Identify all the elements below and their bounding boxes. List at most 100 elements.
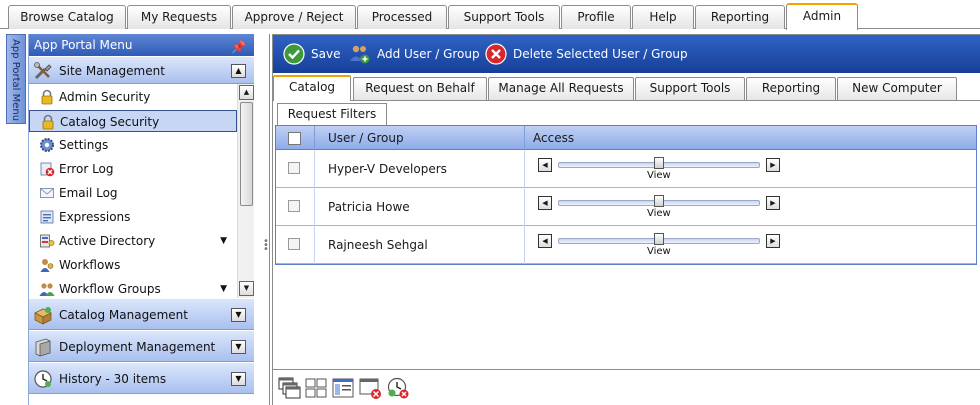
app-portal-menu-strip[interactable]: App Portal Menu (6, 34, 26, 124)
tab-catalog[interactable]: Catalog (273, 75, 351, 101)
menu-scrollbar[interactable]: ▲ ▼ (237, 84, 254, 298)
menu-item-expressions[interactable]: Expressions (29, 206, 237, 228)
menu-item-label: Error Log (59, 162, 114, 176)
group-catalog-management[interactable]: Catalog Management ▼ (29, 298, 254, 330)
slider-decrease-button[interactable]: ◀ (538, 234, 552, 248)
table-row[interactable]: Patricia Howe ◀ View ▶ (276, 188, 976, 226)
expressions-icon (40, 210, 54, 224)
slider-increase-button[interactable]: ▶ (766, 158, 780, 172)
tab-my-requests[interactable]: My Requests (127, 5, 231, 29)
panel-splitter[interactable]: • • • (256, 34, 270, 405)
tab-request-filters[interactable]: Request Filters (277, 103, 387, 125)
row-user-name: Patricia Howe (328, 200, 410, 214)
collapse-site-management-button[interactable]: ▲ (231, 64, 246, 78)
slider-decrease-button[interactable]: ◀ (538, 158, 552, 172)
email-icon (40, 188, 54, 198)
cascade-windows-icon[interactable] (277, 376, 301, 400)
slider-value-label: View (647, 208, 671, 219)
tab-support-tools-sub[interactable]: Support Tools (635, 77, 745, 100)
slider-knob[interactable] (654, 233, 664, 245)
group-history-label: History - 30 items (59, 372, 167, 386)
tab-help[interactable]: Help (632, 5, 694, 29)
access-slider[interactable]: ◀ View ▶ (538, 156, 781, 182)
menu-item-catalog-security[interactable]: Catalog Security (29, 110, 237, 132)
grid-header: User / Group Access (276, 126, 976, 150)
table-row[interactable]: Hyper-V Developers ◀ View ▶ (276, 150, 976, 188)
tab-browse-catalog[interactable]: Browse Catalog (8, 5, 126, 29)
top-tab-bar: Browse Catalog My Requests Approve / Rej… (0, 0, 980, 30)
tab-reporting-sub[interactable]: Reporting (746, 77, 836, 100)
menu-item-label: Admin Security (59, 90, 151, 104)
group-catalog-management-label: Catalog Management (59, 308, 188, 322)
slider-value-label: View (647, 246, 671, 257)
view-toolbar (273, 369, 980, 405)
menu-header: App Portal Menu 📌 (29, 34, 254, 56)
select-all-checkbox[interactable] (288, 132, 301, 145)
access-slider[interactable]: ◀ View ▶ (538, 232, 781, 258)
add-user-group-button[interactable]: Add User / Group (349, 41, 480, 67)
sub-tab-bar: Catalog Request on Behalf Manage All Req… (273, 75, 980, 101)
access-slider[interactable]: ◀ View ▶ (538, 194, 781, 220)
content-panel: Save Add User / Group Delete Selected Us… (272, 34, 980, 405)
tab-profile[interactable]: Profile (561, 5, 631, 29)
row-checkbox[interactable] (288, 238, 300, 250)
tab-processed[interactable]: Processed (357, 5, 447, 29)
scroll-thumb[interactable] (240, 102, 253, 206)
header-divider (524, 126, 525, 150)
menu-item-email-log[interactable]: Email Log (29, 182, 237, 204)
scroll-up-button[interactable]: ▲ (239, 85, 254, 100)
row-checkbox[interactable] (288, 162, 300, 174)
row-checkbox[interactable] (288, 200, 300, 212)
group-deployment-management[interactable]: Deployment Management ▼ (29, 330, 254, 362)
add-users-icon (350, 45, 370, 64)
pin-icon[interactable]: 📌 (231, 36, 246, 58)
splitter-grip-icon: • • • (263, 236, 269, 255)
menu-item-active-directory[interactable]: Active Directory ▼ (29, 230, 237, 252)
slider-increase-button[interactable]: ▶ (766, 234, 780, 248)
list-view-icon[interactable] (331, 376, 355, 400)
cell-divider (314, 150, 315, 188)
group-history[interactable]: History - 30 items ▼ (29, 362, 254, 394)
save-button-label: Save (311, 47, 341, 61)
save-button[interactable]: Save (283, 41, 340, 67)
tab-new-computer[interactable]: New Computer (837, 77, 957, 100)
tab-reporting[interactable]: Reporting (695, 5, 785, 29)
slider-knob[interactable] (654, 195, 664, 207)
tab-admin[interactable]: Admin (786, 3, 858, 30)
slider-increase-button[interactable]: ▶ (766, 196, 780, 210)
menu-item-error-log[interactable]: Error Log (29, 158, 237, 180)
tab-request-on-behalf[interactable]: Request on Behalf (353, 77, 487, 100)
delete-user-group-label: Delete Selected User / Group (513, 47, 688, 61)
menu-item-workflow-groups[interactable]: Workflow Groups ▼ (29, 278, 237, 298)
column-header-access[interactable]: Access (533, 126, 574, 150)
cell-divider (524, 150, 525, 188)
delete-user-group-button[interactable]: Delete Selected User / Group (485, 41, 688, 67)
menu-item-label: Workflows (59, 258, 121, 272)
close-window-icon[interactable] (358, 376, 382, 400)
expand-deployment-management-button[interactable]: ▼ (231, 340, 246, 354)
slider-value-label: View (647, 170, 671, 181)
expand-catalog-management-button[interactable]: ▼ (231, 308, 246, 322)
tab-approve-reject[interactable]: Approve / Reject (232, 5, 356, 29)
slider-decrease-button[interactable]: ◀ (538, 196, 552, 210)
expand-caret-icon[interactable]: ▼ (220, 278, 227, 298)
tile-windows-icon[interactable] (304, 376, 328, 400)
menu-item-label: Expressions (59, 210, 131, 224)
table-row[interactable]: Rajneesh Sehgal ◀ View ▶ (276, 226, 976, 264)
menu-item-admin-security[interactable]: Admin Security (29, 86, 237, 108)
menu-item-label: Active Directory (59, 234, 156, 248)
scroll-down-button[interactable]: ▼ (239, 281, 254, 296)
expand-history-button[interactable]: ▼ (231, 372, 246, 386)
group-site-management[interactable]: Site Management ▲ (29, 56, 254, 84)
expand-caret-icon[interactable]: ▼ (220, 230, 227, 252)
column-header-user-group[interactable]: User / Group (328, 126, 404, 150)
history-clear-icon[interactable] (386, 376, 410, 400)
gear-icon (40, 138, 54, 152)
tab-support-tools[interactable]: Support Tools (448, 5, 560, 29)
menu-item-workflows[interactable]: Workflows (29, 254, 237, 276)
menu-item-label: Catalog Security (60, 115, 160, 129)
history-clock-icon (34, 370, 52, 388)
slider-knob[interactable] (654, 157, 664, 169)
tab-manage-all-requests[interactable]: Manage All Requests (488, 77, 634, 100)
menu-item-settings[interactable]: Settings (29, 134, 237, 156)
